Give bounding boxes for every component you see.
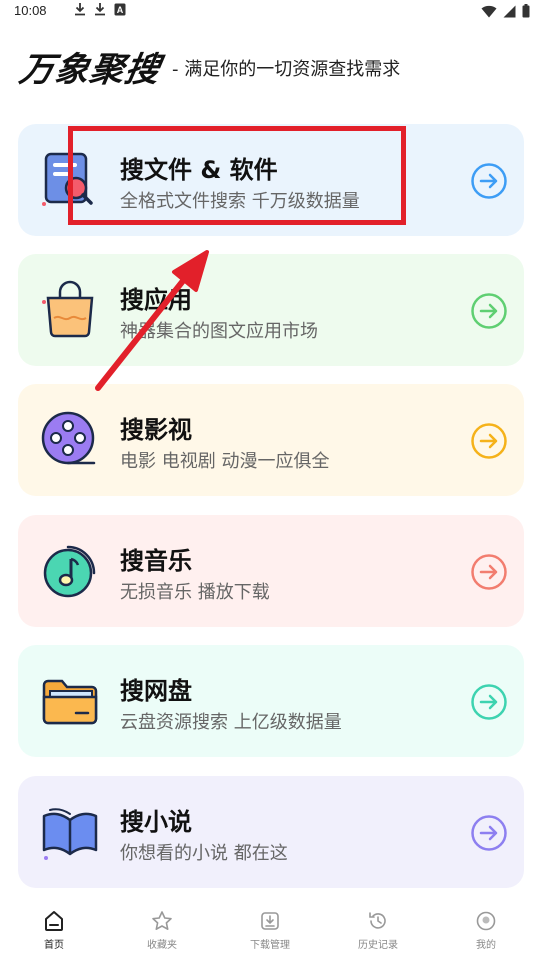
home-icon: [45, 911, 63, 931]
nav-label: 历史记录: [358, 940, 398, 951]
card-search-music[interactable]: 搜音乐 无损音乐 播放下载: [18, 515, 524, 627]
nav-downloads[interactable]: 下载管理: [216, 900, 324, 960]
nav-label: 首页: [44, 940, 64, 951]
arrow-right-circle-icon[interactable]: [470, 422, 508, 460]
nav-label: 我的: [476, 940, 496, 951]
card-title: 搜小说: [120, 808, 192, 836]
card-search-video[interactable]: 搜影视 电影 电视剧 动漫一应俱全: [18, 384, 524, 496]
arrow-right-circle-icon[interactable]: [470, 814, 508, 852]
profile-icon: [476, 911, 496, 931]
arrow-right-circle-icon[interactable]: [470, 553, 508, 591]
signal-icon: [503, 5, 516, 17]
download-icon: [75, 3, 85, 16]
app-header: 万象聚搜 - 满足你的一切资源查找需求: [16, 44, 401, 90]
arrow-right-circle-icon[interactable]: [470, 162, 508, 200]
status-bar: 10:08 A: [0, 0, 540, 24]
app-slogan: - 满足你的一切资源查找需求: [172, 59, 401, 80]
arrow-right-circle-icon[interactable]: [470, 683, 508, 721]
folder-icon: [40, 671, 100, 731]
card-title: 搜网盘: [120, 677, 192, 705]
history-icon: [369, 912, 386, 929]
card-subtitle: 神器集合的图文应用市场: [120, 321, 318, 342]
card-title: 搜音乐: [120, 547, 192, 575]
card-subtitle: 电影 电视剧 动漫一应俱全: [120, 451, 330, 472]
card-search-apps[interactable]: 搜应用 神器集合的图文应用市场: [18, 254, 524, 366]
music-note-icon: [40, 541, 100, 601]
card-search-novels[interactable]: 搜小说 你想看的小说 都在这: [18, 776, 524, 888]
nav-history[interactable]: 历史记录: [324, 900, 432, 960]
card-subtitle: 无损音乐 播放下载: [120, 582, 270, 603]
film-reel-icon: [40, 410, 100, 470]
nav-label: 下载管理: [250, 940, 290, 951]
annotation-highlight-box: [68, 126, 406, 225]
card-subtitle: 云盘资源搜索 上亿级数据量: [120, 712, 342, 733]
svg-text:A: A: [117, 5, 124, 15]
notification-icons: A: [74, 3, 126, 16]
card-title: 搜影视: [120, 416, 192, 444]
download-icon: [95, 3, 105, 16]
a-icon: A: [114, 3, 126, 16]
bottom-nav: 首页 收藏夹 下载管理 历史记录 我的: [0, 900, 540, 960]
nav-home[interactable]: 首页: [0, 900, 108, 960]
card-subtitle: 你想看的小说 都在这: [120, 843, 288, 864]
app-logo: 万象聚搜: [16, 50, 164, 90]
book-icon: [40, 802, 100, 862]
status-time: 10:08: [14, 3, 47, 18]
download-manage-icon: [261, 912, 279, 930]
shopping-bag-icon: [40, 280, 100, 340]
battery-icon: [522, 4, 530, 18]
star-icon: [152, 911, 172, 930]
nav-label: 收藏夹: [147, 940, 177, 951]
nav-profile[interactable]: 我的: [432, 900, 540, 960]
nav-favorites[interactable]: 收藏夹: [108, 900, 216, 960]
arrow-right-circle-icon[interactable]: [470, 292, 508, 330]
card-title: 搜应用: [120, 286, 192, 314]
wifi-icon: [481, 5, 497, 17]
card-search-cloud-disk[interactable]: 搜网盘 云盘资源搜索 上亿级数据量: [18, 645, 524, 757]
system-status-icons: [481, 4, 530, 18]
